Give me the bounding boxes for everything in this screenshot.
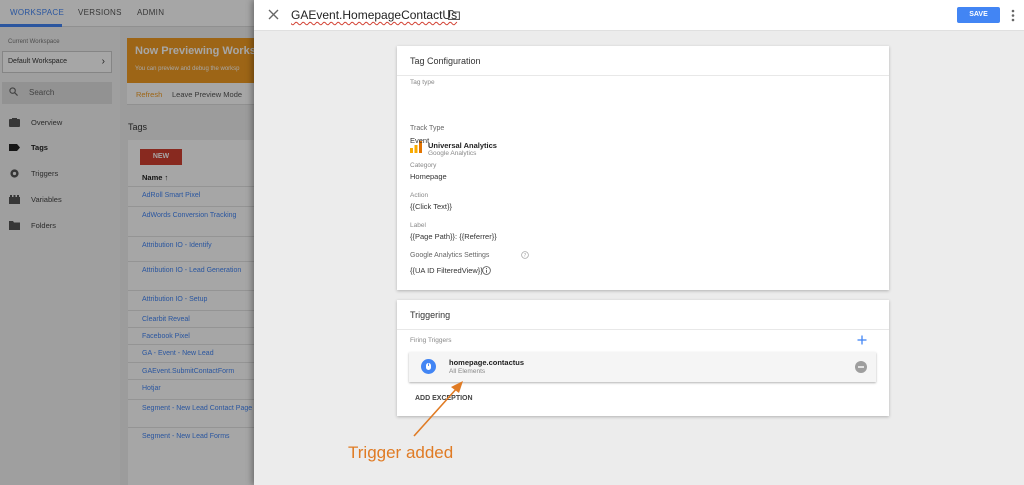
more-options-icon[interactable] — [1011, 9, 1015, 22]
ga-settings-label: Google Analytics Settings — [410, 252, 490, 259]
tag-type-vendor: Google Analytics — [428, 150, 477, 157]
save-button[interactable]: SAVE — [957, 7, 1000, 23]
remove-trigger-icon[interactable] — [855, 361, 867, 373]
tag-configuration-card[interactable]: Tag Configuration Tag type Universal Ana… — [397, 46, 889, 290]
ga-settings-value: {{UA ID FilteredView}} — [410, 266, 483, 275]
triggering-card[interactable]: Triggering Firing Triggers homepage.cont… — [397, 300, 889, 416]
tag-title[interactable]: GAEvent.HomepageContactUs — [291, 8, 457, 22]
tag-type-name: Universal Analytics — [428, 141, 497, 150]
tag-type-label: Tag type — [410, 79, 435, 86]
add-exception-button[interactable]: ADD EXCEPTION — [415, 395, 473, 402]
category-label: Category — [410, 162, 437, 169]
close-icon[interactable] — [268, 9, 279, 20]
info-icon[interactable] — [482, 266, 491, 275]
action-value: {{Click Text}} — [410, 202, 452, 211]
label-label: Label — [410, 222, 426, 229]
folder-icon[interactable] — [448, 10, 460, 20]
label-value: {{Page Path}}: {{Referrer}} — [410, 232, 497, 241]
track-type-value: Event — [410, 136, 430, 145]
click-trigger-icon — [421, 359, 436, 374]
tag-editor-panel: GAEvent.HomepageContactUs SAVE Tag Confi… — [254, 0, 1024, 485]
trigger-name: homepage.contactus — [449, 358, 525, 367]
track-type-label: Track Type — [410, 125, 445, 132]
divider — [397, 75, 889, 76]
add-trigger-icon[interactable] — [857, 335, 867, 345]
trigger-type: All Elements — [449, 368, 486, 375]
svg-text:?: ? — [524, 253, 527, 259]
help-icon[interactable]: ? — [521, 251, 529, 259]
tag-configuration-heading: Tag Configuration — [410, 56, 481, 66]
firing-triggers-label: Firing Triggers — [410, 337, 452, 344]
panel-header: GAEvent.HomepageContactUs SAVE — [254, 0, 1024, 31]
action-label: Action — [410, 192, 429, 199]
divider — [397, 329, 889, 330]
modal-backdrop[interactable] — [0, 0, 254, 485]
category-value: Homepage — [410, 172, 447, 181]
annotation-text: Trigger added — [348, 443, 454, 462]
firing-trigger-item[interactable]: homepage.contactus All Elements — [409, 352, 876, 382]
triggering-heading: Triggering — [410, 310, 451, 320]
